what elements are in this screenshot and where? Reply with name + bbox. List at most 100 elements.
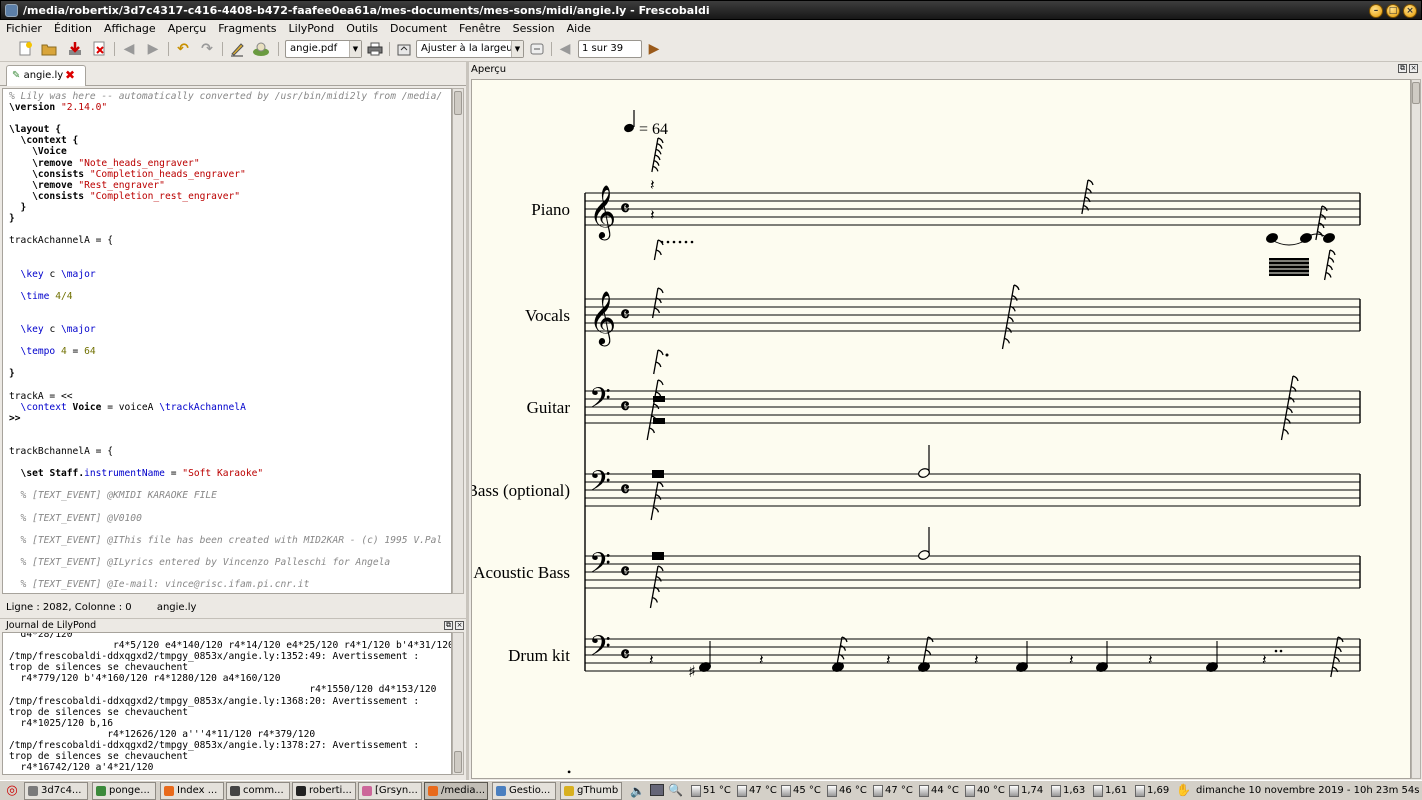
sensor-readout[interactable]: 1,63 xyxy=(1050,783,1085,799)
sensor-readout[interactable]: 45 °C xyxy=(780,783,821,799)
taskbar-item[interactable]: roberti... xyxy=(292,782,356,800)
menu-affichage[interactable]: Affichage xyxy=(104,22,156,35)
menu-document[interactable]: Document xyxy=(390,22,447,35)
menu-lilypond[interactable]: LilyPond xyxy=(289,22,335,35)
breve-rest xyxy=(652,470,664,478)
thermometer-icon xyxy=(1009,785,1019,797)
log-title-bar: Journal de LilyPond ⧉ × xyxy=(0,618,466,632)
search-icon[interactable]: 🔍 xyxy=(668,783,683,797)
taskbar-item[interactable]: Gestio... xyxy=(492,782,556,800)
edit-pencil-icon[interactable] xyxy=(228,40,246,58)
save-icon[interactable] xyxy=(66,40,84,58)
zoom-select[interactable]: Ajuster à la largeur ▼ xyxy=(416,40,524,58)
lilypond-log[interactable]: d4*28/120 r4*5/120 e4*140/120 r4*14/120 … xyxy=(2,632,452,775)
page-field[interactable]: 1 sur 39 xyxy=(578,40,642,58)
sensor-readout[interactable]: 1,61 xyxy=(1092,783,1127,799)
editor-scrollbar[interactable] xyxy=(452,88,464,594)
tuplet-flags xyxy=(1323,249,1336,281)
sensor-readout[interactable]: 1,69 xyxy=(1134,783,1169,799)
float-panel-icon[interactable]: ⧉ xyxy=(1398,64,1407,73)
new-document-icon[interactable] xyxy=(16,40,34,58)
print-icon[interactable] xyxy=(366,40,384,58)
sensor-readout[interactable]: 47 °C xyxy=(736,783,777,799)
tray-hand-icon[interactable]: ✋ xyxy=(1176,783,1191,799)
sensor-readout[interactable]: 46 °C xyxy=(826,783,867,799)
log-scrollbar[interactable] xyxy=(452,632,464,775)
flag xyxy=(840,645,847,651)
code-token: \key xyxy=(9,268,50,280)
menu-session[interactable]: Session xyxy=(513,22,555,35)
flag xyxy=(655,494,662,500)
float-panel-icon[interactable]: ⧉ xyxy=(444,621,453,630)
taskbar-item[interactable]: comm... xyxy=(226,782,290,800)
close-panel-icon[interactable]: × xyxy=(455,621,464,630)
instrument-name: Vocals xyxy=(525,306,570,325)
menu-edition[interactable]: Édition xyxy=(54,22,92,35)
sensor-readout[interactable]: 1,74 xyxy=(1008,783,1043,799)
previous-page-icon[interactable]: ◀ xyxy=(556,40,574,58)
taskbar-item[interactable]: /media... xyxy=(424,782,488,800)
undo-icon[interactable]: ↶ xyxy=(174,40,192,58)
lilypond-run-icon[interactable] xyxy=(252,40,270,58)
debian-menu-icon[interactable]: ◎ xyxy=(4,783,20,799)
menu-outils[interactable]: Outils xyxy=(346,22,378,35)
taskbar-item[interactable]: gThumb xyxy=(560,782,622,800)
close-window-button[interactable]: × xyxy=(1403,4,1417,18)
flag xyxy=(654,154,661,161)
taskbar-item-label: /media... xyxy=(441,785,486,796)
taskbar-item[interactable]: [Grsyn... xyxy=(358,782,422,800)
tuplet-flags xyxy=(1280,375,1299,441)
flag xyxy=(654,307,661,314)
network-icon[interactable] xyxy=(650,784,664,796)
open-folder-icon[interactable] xyxy=(40,40,58,58)
taskbar-item[interactable]: ponge... xyxy=(92,782,156,800)
menu-apercu[interactable]: Aperçu xyxy=(168,22,207,35)
menu-fenetre[interactable]: Fenêtre xyxy=(459,22,501,35)
taskbar-item-label: gThumb xyxy=(577,785,619,796)
sync-icon[interactable] xyxy=(395,40,413,58)
forward-arrow-icon[interactable]: ▶ xyxy=(144,40,162,58)
tab-angie-ly[interactable]: ✎ angie.ly ✖ xyxy=(6,65,86,86)
thermometer-icon xyxy=(1093,785,1103,797)
menu-fragments[interactable]: Fragments xyxy=(218,22,276,35)
code-editor[interactable]: % Lily was here -- automatically convert… xyxy=(2,88,452,594)
thermometer-icon xyxy=(827,785,837,797)
maximize-button[interactable]: □ xyxy=(1386,4,1400,18)
taskbar-item[interactable]: Index ... xyxy=(160,782,224,800)
code-token: } xyxy=(9,201,27,213)
close-tab-icon[interactable]: ✖ xyxy=(65,66,75,85)
sensor-value: 51 °C xyxy=(703,785,731,796)
preview-title: Aperçu xyxy=(471,64,507,75)
code-line: } xyxy=(9,213,451,224)
menu-fichier[interactable]: Fichier xyxy=(6,22,42,35)
minimize-button[interactable]: – xyxy=(1369,4,1383,18)
common-time-signature: 𝄴 xyxy=(620,477,630,503)
treble-clef: 𝄞 xyxy=(589,290,616,346)
menu-aide[interactable]: Aide xyxy=(567,22,591,35)
sensor-readout[interactable]: 47 °C xyxy=(872,783,913,799)
close-document-icon[interactable] xyxy=(90,40,108,58)
redo-icon[interactable]: ↷ xyxy=(198,40,216,58)
sensor-readout[interactable]: 44 °C xyxy=(918,783,959,799)
scrollbar-thumb[interactable] xyxy=(1412,82,1420,104)
close-panel-icon[interactable]: × xyxy=(1409,64,1418,73)
document-select[interactable]: angie.pdf ▼ xyxy=(285,40,362,58)
status-filename: angie.ly xyxy=(156,602,197,613)
taskbar-item[interactable]: 3d7c4... xyxy=(24,782,88,800)
next-page-icon[interactable]: ▶ xyxy=(645,40,663,58)
sensor-readout[interactable]: 51 °C xyxy=(690,783,731,799)
stem xyxy=(650,481,659,521)
sensor-readout[interactable]: 40 °C xyxy=(964,783,1005,799)
music-preview[interactable]: = 64 Piano 𝄞 𝄴 Vocals 𝄞 𝄴 Guitar 𝄢 𝄴 Bass (option… xyxy=(471,79,1411,779)
volume-icon[interactable]: 🔈 xyxy=(630,784,645,798)
preview-scrollbar[interactable] xyxy=(1411,79,1421,779)
zoom-reset-icon[interactable] xyxy=(528,40,546,58)
scrollbar-thumb[interactable] xyxy=(454,91,462,115)
back-arrow-icon[interactable]: ◀ xyxy=(120,40,138,58)
dot xyxy=(690,240,694,244)
treble-clef: 𝄞 xyxy=(589,184,616,240)
code-token: trackBchannelA = { xyxy=(9,446,113,457)
scrollbar-thumb[interactable] xyxy=(454,751,462,773)
menu-bar: Fichier Édition Affichage Aperçu Fragmen… xyxy=(0,20,1422,36)
staves: Piano 𝄞 𝄴Vocals 𝄞 𝄴Guitar 𝄢 𝄴Bass (optional) 𝄢 𝄴… xyxy=(472,184,1361,672)
